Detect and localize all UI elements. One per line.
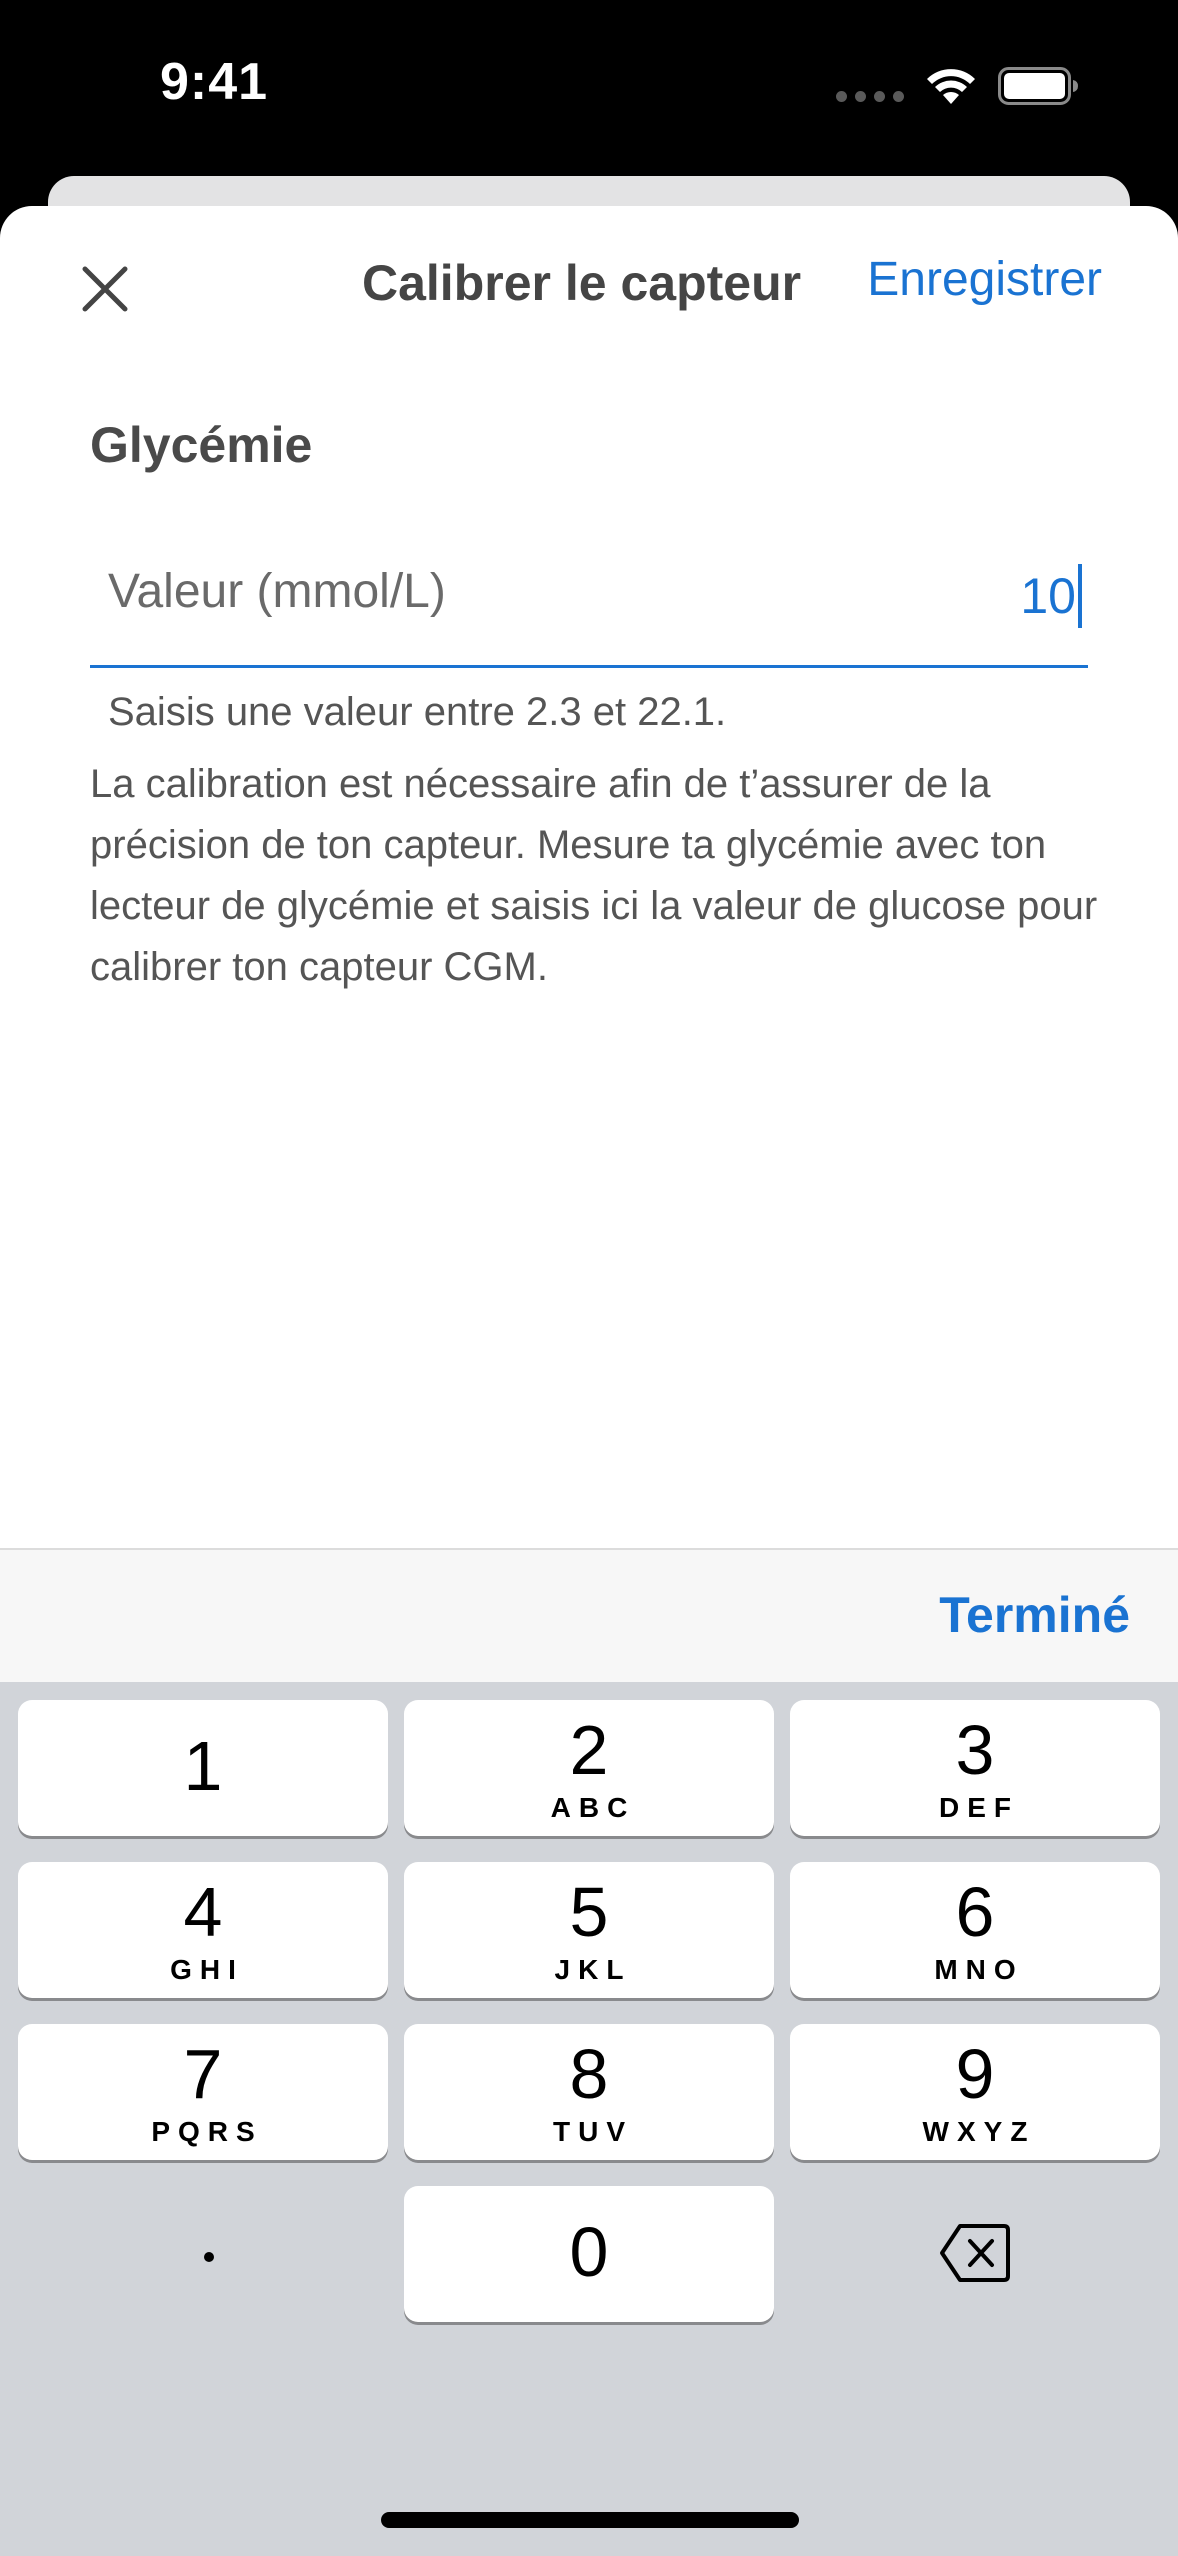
home-indicator[interactable]	[381, 2512, 799, 2528]
close-icon	[82, 266, 128, 312]
page-title: Calibrer le capteur	[362, 255, 802, 311]
key-4[interactable]: 4 GHI	[18, 1862, 388, 1998]
key-letters: GHI	[170, 1954, 244, 1985]
wifi-icon	[927, 69, 975, 104]
key-0[interactable]: 0	[404, 2186, 774, 2322]
key-digit: 8	[569, 2035, 609, 2113]
key-3[interactable]: 3 DEF	[790, 1700, 1160, 1836]
key-letters: JKL	[554, 1954, 632, 1985]
key-digit: 2	[569, 1711, 609, 1789]
key-5[interactable]: 5 JKL	[404, 1862, 774, 1998]
close-button[interactable]	[66, 250, 144, 328]
helper-text: Saisis une valeur entre 2.3 et 22.1.	[108, 690, 727, 734]
key-digit: 3	[955, 1711, 995, 1789]
signal-dots-icon	[836, 90, 904, 102]
key-digit: 5	[569, 1873, 609, 1951]
text-caret	[1078, 564, 1082, 628]
key-digit: 6	[955, 1873, 995, 1951]
status-icons	[836, 64, 1080, 108]
field-value: 10	[1020, 564, 1082, 628]
key-digit: 4	[183, 1873, 223, 1951]
battery-icon	[998, 67, 1078, 105]
nav-bar: Calibrer le capteur Enregistrer	[0, 206, 1178, 362]
done-button[interactable]: Terminé	[939, 1586, 1130, 1644]
key-2[interactable]: 2 ABC	[404, 1700, 774, 1836]
key-decimal[interactable]	[18, 2186, 388, 2322]
key-letters: DEF	[939, 1792, 1019, 1823]
key-digit: 9	[955, 2035, 995, 2113]
decimal-point-icon	[204, 2252, 214, 2262]
key-letters: TUV	[553, 2116, 633, 2147]
key-letters: WXYZ	[922, 2116, 1036, 2147]
field-label: Valeur (mmol/L)	[108, 565, 446, 618]
key-letters: PQRS	[151, 2116, 263, 2147]
description-text: La calibration est nécessaire afin de t’…	[90, 762, 1098, 989]
save-button[interactable]: Enregistrer	[867, 252, 1102, 307]
key-9[interactable]: 9 WXYZ	[790, 2024, 1160, 2160]
keyboard-accessory-bar: Terminé	[0, 1548, 1178, 1682]
key-7[interactable]: 7 PQRS	[18, 2024, 388, 2160]
calibration-sheet: Calibrer le capteur Enregistrer Glycémie…	[0, 206, 1178, 1550]
glucose-value-input[interactable]: Valeur (mmol/L) 10	[90, 524, 1088, 668]
status-bar: 9:41	[0, 0, 1178, 176]
field-value-text: 10	[1020, 568, 1076, 624]
key-letters: ABC	[550, 1792, 636, 1823]
key-digit: 7	[183, 2035, 223, 2113]
key-1[interactable]: 1	[18, 1700, 388, 1836]
section-label: Glycémie	[90, 417, 313, 473]
key-letters: MNO	[934, 1954, 1024, 1985]
key-8[interactable]: 8 TUV	[404, 2024, 774, 2160]
key-digit: 0	[569, 2213, 609, 2291]
numeric-keyboard: 1 2 ABC 3 DEF 4 GHI 5 JKL 6 MNO 7 PQRS 8…	[0, 1682, 1178, 2556]
backspace-icon	[940, 2224, 1010, 2282]
key-6[interactable]: 6 MNO	[790, 1862, 1160, 1998]
key-delete[interactable]	[790, 2186, 1160, 2322]
status-time: 9:41	[160, 53, 269, 111]
key-digit: 1	[183, 1727, 223, 1805]
